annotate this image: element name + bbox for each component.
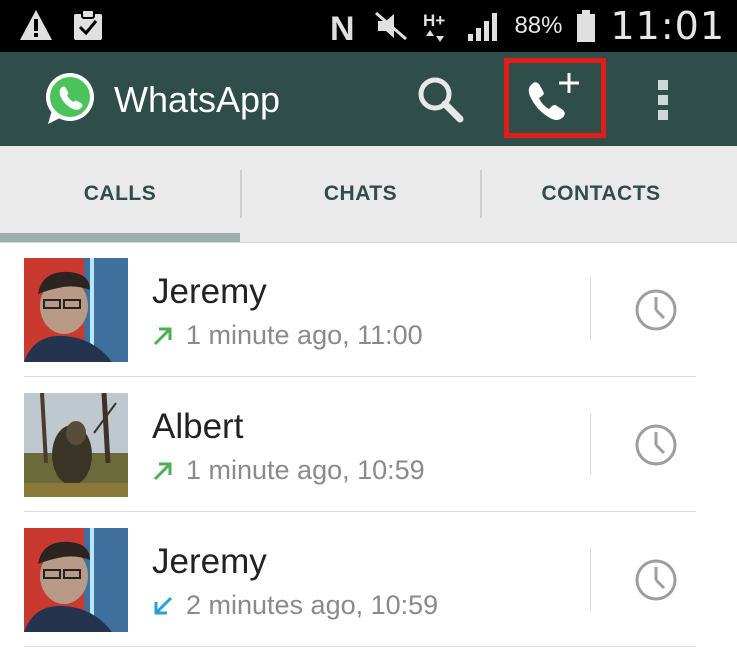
whatsapp-logo-icon xyxy=(46,73,94,124)
call-history-clock-icon[interactable] xyxy=(634,558,678,602)
contact-name: Jeremy xyxy=(152,542,267,581)
call-detail: 1 minute ago, 10:59 xyxy=(152,455,425,486)
list-divider xyxy=(24,646,696,647)
status-bar: N H+ 88% 11:01 xyxy=(0,0,737,52)
outgoing-call-arrow-icon xyxy=(153,462,172,480)
tab-bar: CALLS CHATS CONTACTS xyxy=(0,146,737,243)
hplus-data-icon: H+ xyxy=(423,11,446,42)
search-icon[interactable] xyxy=(414,73,466,125)
call-time: 2 minutes ago, 10:59 xyxy=(186,590,439,620)
incoming-call-arrow-icon xyxy=(154,596,173,614)
nfc-icon: N xyxy=(330,10,355,44)
avatar xyxy=(24,258,128,362)
call-time: 1 minute ago, 10:59 xyxy=(186,455,425,485)
row-separator xyxy=(590,278,591,340)
app-bar: WhatsApp xyxy=(0,52,737,146)
row-separator xyxy=(590,548,591,610)
warning-icon xyxy=(20,10,52,40)
outgoing-call-arrow-icon xyxy=(153,327,172,345)
call-detail: 2 minutes ago, 10:59 xyxy=(152,590,438,621)
call-time: 1 minute ago, 11:00 xyxy=(186,320,423,350)
call-list-item[interactable]: Jeremy 2 minutes ago, 10:59 xyxy=(0,512,737,647)
status-clock: 11:01 xyxy=(610,4,725,48)
tab-chats[interactable]: CHATS xyxy=(241,146,480,242)
battery-icon xyxy=(577,10,596,42)
battery-percent: 88% xyxy=(514,12,563,39)
clipboard-icon xyxy=(74,9,102,40)
tab-calls[interactable]: CALLS xyxy=(0,146,240,242)
new-call-button[interactable] xyxy=(504,58,606,138)
tab-contacts[interactable]: CONTACTS xyxy=(481,146,721,242)
svg-text:H+: H+ xyxy=(423,11,445,30)
overflow-menu-icon[interactable] xyxy=(650,76,678,124)
new-call-icon xyxy=(528,73,579,120)
call-history-clock-icon[interactable] xyxy=(634,288,678,332)
call-detail: 1 minute ago, 11:00 xyxy=(152,320,423,351)
call-history-clock-icon[interactable] xyxy=(634,423,678,467)
avatar xyxy=(24,393,128,497)
contact-name: Jeremy xyxy=(152,272,267,311)
selected-tab-indicator xyxy=(0,233,240,242)
call-list-item[interactable]: Jeremy 1 minute ago, 11:00 xyxy=(0,242,737,377)
svg-text:N: N xyxy=(330,10,355,44)
signal-icon xyxy=(468,13,498,41)
app-title: WhatsApp xyxy=(114,79,281,120)
row-separator xyxy=(590,413,591,475)
call-list-item[interactable]: Albert 1 minute ago, 10:59 xyxy=(0,377,737,512)
mute-icon xyxy=(375,11,408,41)
avatar xyxy=(24,528,128,632)
contact-name: Albert xyxy=(152,407,244,446)
